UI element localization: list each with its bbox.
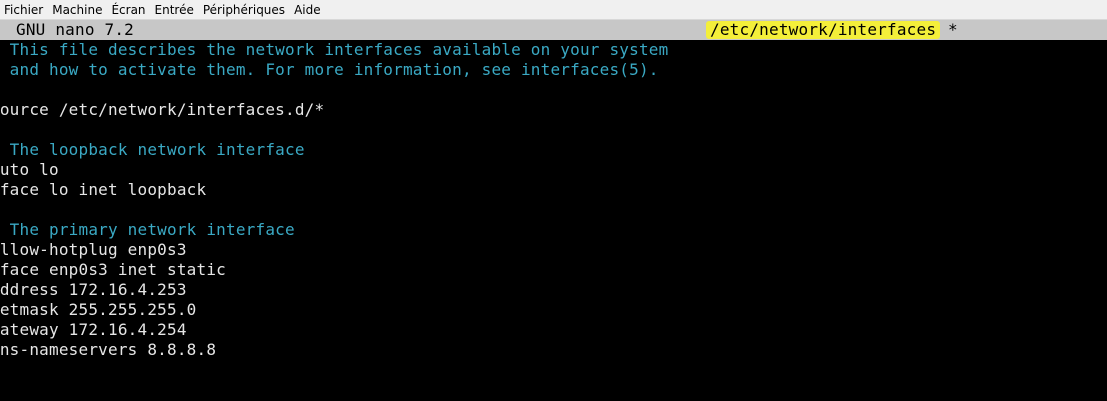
comment-line: # This file describes the network interf… <box>0 40 669 59</box>
editor-text-area[interactable]: # This file describes the network interf… <box>0 40 1107 360</box>
config-line: gateway 172.16.4.254 <box>0 320 187 339</box>
config-line: allow-hotplug enp0s3 <box>0 240 187 259</box>
config-line: iface lo inet loopback <box>0 180 207 199</box>
config-line: dns-nameservers 8.8.8.8 <box>0 340 217 359</box>
menu-machine[interactable]: Machine <box>52 3 102 17</box>
menu-fichier[interactable]: Fichier <box>4 3 43 17</box>
menu-entree[interactable]: Entrée <box>155 3 194 17</box>
config-line: iface enp0s3 inet static <box>0 260 226 279</box>
vm-menu-bar: Fichier Machine Écran Entrée Périphériqu… <box>0 0 1107 20</box>
nano-title-bar: GNU nano 7.2 /etc/network/interfaces * <box>0 20 1107 40</box>
file-name: /etc/network/interfaces <box>710 20 937 39</box>
menu-ecran[interactable]: Écran <box>111 3 145 17</box>
config-line: auto lo <box>0 160 59 179</box>
comment-line: # and how to activate them. For more inf… <box>0 60 659 79</box>
menu-aide[interactable]: Aide <box>294 3 321 17</box>
menu-peripheriques[interactable]: Périphériques <box>203 3 285 17</box>
config-line: netmask 255.255.255.0 <box>0 300 197 319</box>
filename-highlight: /etc/network/interfaces <box>706 20 941 39</box>
modified-indicator: * <box>948 20 958 39</box>
config-line: source /etc/network/interfaces.d/* <box>0 100 325 119</box>
config-line: address 172.16.4.253 <box>0 280 187 299</box>
comment-line: # The primary network interface <box>0 220 295 239</box>
comment-line: # The loopback network interface <box>0 140 305 159</box>
terminal-screen[interactable]: GNU nano 7.2 /etc/network/interfaces * #… <box>0 20 1107 401</box>
nano-version: GNU nano 7.2 <box>16 20 134 39</box>
